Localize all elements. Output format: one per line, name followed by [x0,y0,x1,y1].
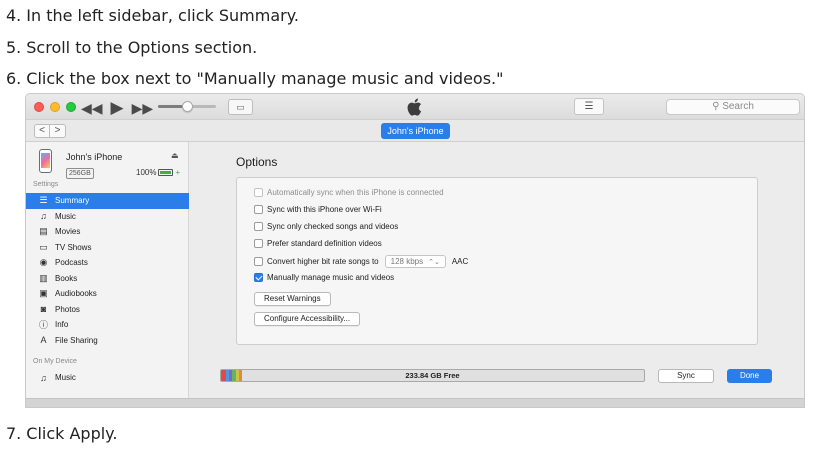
sidebar-item-books[interactable]: ▥ Books [26,271,189,287]
minimize-window-button[interactable] [50,102,60,112]
bitrate-select[interactable]: 128 kbps ⌃⌄ [384,255,446,268]
sidebar-item-device-music[interactable]: ♫ Music [26,370,189,386]
step-4: 4. In the left sidebar, click Summary. [6,6,300,25]
option-auto-sync[interactable]: Automatically sync when this iPhone is c… [254,188,444,197]
option-convert-bitrate[interactable]: Convert higher bit rate songs to 128 kbp… [254,255,468,268]
step-6: 6. Click the box next to "Manually manage… [6,69,504,88]
main-content: Options Automatically sync when this iPh… [190,142,804,398]
window-controls [34,102,76,112]
camera-icon: ◙ [40,304,47,315]
sidebar-item-info[interactable]: ⓘ Info [26,317,189,333]
info-icon: ⓘ [38,320,48,331]
playback-controls: ◀◀ ▶ ▶▶ [81,98,153,118]
apple-logo-icon [407,98,422,116]
sidebar-item-file-sharing[interactable]: A File Sharing [26,333,189,349]
tv-icon: ▭ [39,241,48,252]
window-bottom-bar [26,398,804,407]
forward-button[interactable]: > [50,124,66,138]
volume-knob[interactable] [182,101,193,112]
done-button[interactable]: Done [727,369,772,383]
fast-forward-icon[interactable]: ▶▶ [132,100,154,117]
sidebar: John's iPhone ⏏ 256GB 100% + Settings ☰ S… [26,142,189,398]
sidebar-item-summary[interactable]: ☰ Summary [26,193,189,209]
step-7: 7. Click Apply. [6,424,118,443]
airplay-icon: ▭ [236,102,245,112]
settings-list: ☰ Summary ♫ Music ▤ Movies ▭ TV Shows ◉ Podca… [26,193,189,348]
sync-button[interactable]: Sync [658,369,714,383]
option-prefer-sd[interactable]: Prefer standard definition videos [254,239,382,248]
airplay-button[interactable]: ▭ [228,99,253,115]
option-sync-checked[interactable]: Sync only checked songs and videos [254,222,398,231]
convert-bitrate-checkbox[interactable] [254,257,263,266]
sync-checked-checkbox[interactable] [254,222,263,231]
storage-bar: 233.84 GB Free [220,369,645,382]
on-my-device-section-label: On My Device [33,358,77,365]
bitrate-format-label: AAC [451,257,469,266]
back-button[interactable]: < [34,124,50,138]
wifi-sync-checkbox[interactable] [254,205,263,214]
film-icon: ▤ [39,226,48,237]
configure-accessibility-button[interactable]: Configure Accessibility... [254,312,361,326]
sidebar-item-photos[interactable]: ◙ Photos [26,302,189,318]
music-note-icon: ♫ [40,211,47,222]
sidebar-item-movies[interactable]: ▤ Movies [26,224,189,240]
manually-manage-checkbox[interactable] [254,273,263,282]
options-panel: Automatically sync when this iPhone is c… [236,177,758,345]
navigation-bar: < > John's iPhone [26,120,804,142]
podcast-icon: ◉ [39,257,48,268]
device-name: John's iPhone [66,152,123,162]
settings-section-label: Settings [33,181,59,188]
sidebar-item-audiobooks[interactable]: ▣ Audiobooks [26,286,189,302]
book-icon: ▥ [39,272,48,283]
search-icon: ⚲ [712,101,723,112]
title-bar: ◀◀ ▶ ▶▶ ▭ ☰ ⚲ Search [26,94,804,120]
device-button[interactable]: John's iPhone [381,123,450,139]
zoom-window-button[interactable] [66,102,76,112]
itunes-window: ◀◀ ▶ ▶▶ ▭ ☰ ⚲ Search < > John's iPhone J… [25,93,805,408]
music-note-icon: ♫ [40,372,47,383]
summary-icon: ☰ [39,195,48,206]
history-arrows: < > [34,124,66,138]
auto-sync-checkbox[interactable] [254,188,263,197]
volume-slider[interactable] [158,101,216,112]
list-view-button[interactable]: ☰ [574,98,604,115]
reset-warnings-button[interactable]: Reset Warnings [254,292,331,306]
on-device-list: ♫ Music [26,370,189,386]
file-sharing-icon: A [40,335,47,346]
sidebar-item-music[interactable]: ♫ Music [26,209,189,225]
prefer-sd-checkbox[interactable] [254,239,263,248]
sidebar-item-tv-shows[interactable]: ▭ TV Shows [26,240,189,256]
close-window-button[interactable] [34,102,44,112]
step-5: 5. Scroll to the Options section. [6,38,258,57]
sidebar-item-podcasts[interactable]: ◉ Podcasts [26,255,189,271]
eject-icon[interactable]: ⏏ [171,151,179,160]
iphone-icon [39,149,52,173]
rewind-icon[interactable]: ◀◀ [81,100,103,117]
storage-free-label: 233.84 GB Free [405,371,460,380]
search-field[interactable]: ⚲ Search [666,99,800,115]
option-wifi-sync[interactable]: Sync with this iPhone over Wi-Fi [254,205,382,214]
audiobook-icon: ▣ [39,288,48,299]
battery-icon [158,169,174,176]
play-icon[interactable]: ▶ [111,98,124,118]
list-icon: ☰ [584,101,594,112]
capacity-badge: 256GB [66,168,94,179]
option-manually-manage[interactable]: Manually manage music and videos [254,273,394,282]
charging-icon: + [175,168,181,177]
options-title: Options [236,155,278,169]
battery-status: 100% + [136,168,181,177]
chevron-updown-icon: ⌃⌄ [428,258,440,266]
